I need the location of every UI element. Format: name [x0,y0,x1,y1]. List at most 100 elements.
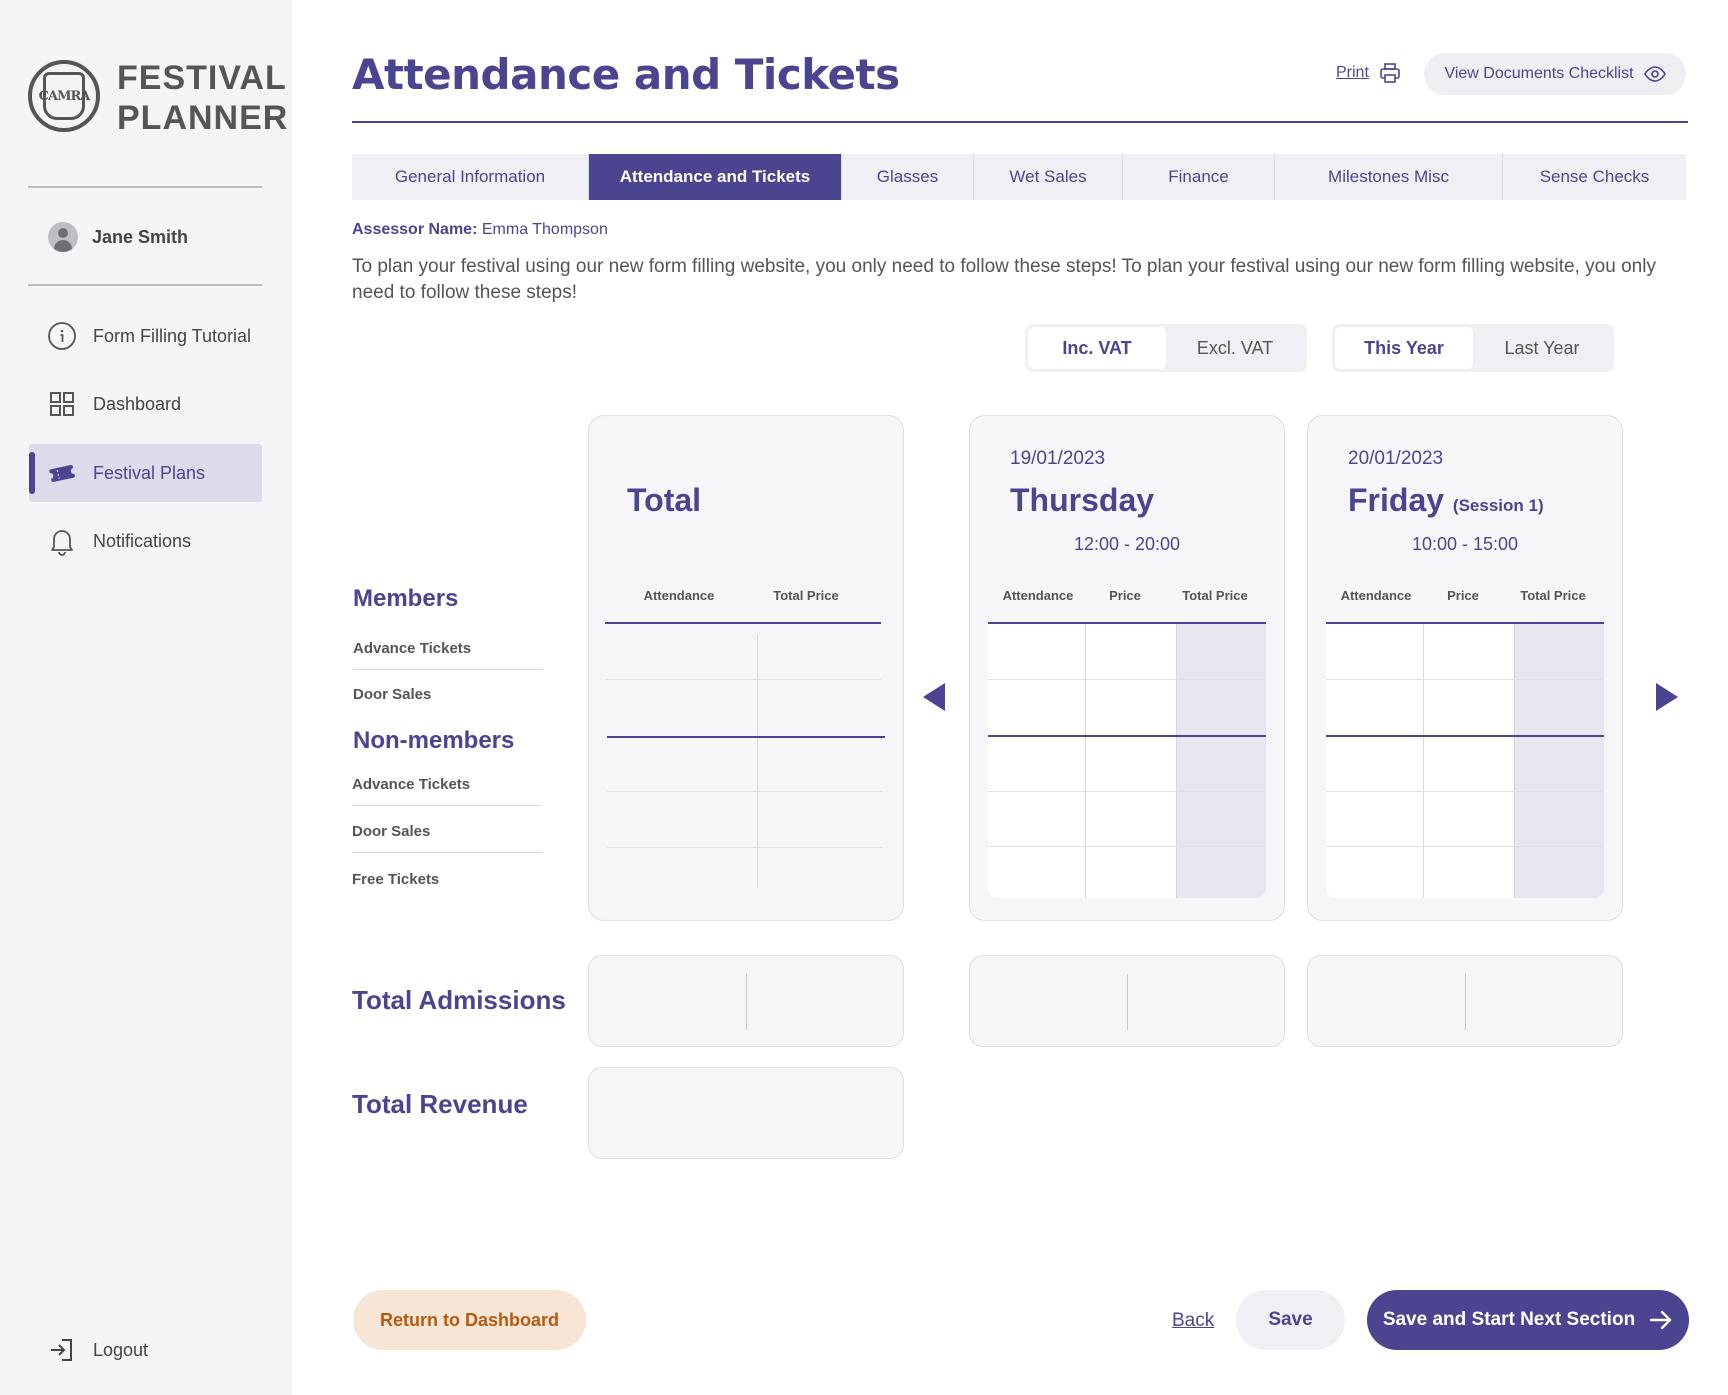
sidebar-item-notifications[interactable]: Notifications [29,512,262,570]
group-divider [988,735,1266,737]
logout-label: Logout [93,1339,149,1360]
logout-icon [47,1335,77,1365]
grid-divider [1127,974,1128,1030]
card-day-name: Friday [1348,482,1445,518]
save-button[interactable]: Save [1236,1290,1345,1350]
user-profile[interactable]: Jane Smith [48,222,188,252]
eye-icon [1643,66,1666,82]
total-admissions-friday[interactable] [1307,955,1623,1047]
row-label-nonmembers-advance: Advance Tickets [352,776,542,806]
print-label: Print [1336,64,1369,81]
card-session: (Session 1) [1452,496,1544,515]
back-link[interactable]: Back [1172,1310,1214,1332]
ticket-icon [47,458,77,488]
previous-day-arrow-icon[interactable] [923,683,945,711]
intro-text: To plan your festival using our new form… [352,256,1656,303]
column-header: Price [1109,588,1141,603]
last-year-option[interactable]: Last Year [1473,327,1611,369]
column-header: Price [1447,588,1479,603]
assessor-name: Emma Thompson [481,221,608,238]
tab-milestones-misc[interactable]: Milestones Misc [1275,154,1503,200]
grid-divider [757,634,758,888]
grid-divider [1514,624,1515,898]
page-title: Attendance and Tickets [352,50,900,99]
vat-toggle: Inc. VAT Excl. VAT [1025,324,1307,372]
group-divider [1326,735,1604,737]
card-date: 20/01/2023 [1348,448,1444,469]
total-admissions-thursday[interactable] [969,955,1285,1047]
excl-vat-option[interactable]: Excl. VAT [1166,327,1304,369]
table-row[interactable] [607,791,883,792]
sidebar-item-festival-plans[interactable]: Festival Plans [29,444,262,502]
camra-logo: CAMRA [28,60,100,132]
total-card: Total Attendance Total Price [588,415,904,921]
grid-icon [47,389,77,419]
tab-sense-checks[interactable]: Sense Checks [1503,154,1686,200]
checklist-label: View Documents Checklist [1444,65,1634,82]
tab-general-information[interactable]: General Information [352,154,589,200]
tab-attendance-and-tickets[interactable]: Attendance and Tickets [589,154,842,200]
card-time: 10:00 - 15:00 [1411,534,1519,554]
thursday-grid[interactable] [988,624,1266,898]
total-revenue-box[interactable] [588,1067,904,1159]
printer-icon [1380,63,1400,83]
grid-divider [1176,624,1177,898]
column-header: Total Price [773,588,839,603]
brand-title: FESTIVAL PLANNER [117,58,288,138]
brand-line-2: PLANNER [117,99,289,137]
table-row[interactable] [988,846,1266,847]
row-label-members-door: Door Sales [353,686,432,703]
column-header: Attendance [643,588,715,603]
next-day-arrow-icon[interactable] [1656,683,1678,711]
save-and-next-button[interactable]: Save and Start Next Section [1367,1290,1689,1350]
info-icon [47,321,77,351]
brand-line-1: FESTIVAL [117,59,287,97]
year-toggle: This Year Last Year [1332,324,1614,372]
total-price-column [1176,624,1266,898]
table-row[interactable] [1326,846,1604,847]
sidebar-item-dashboard[interactable]: Dashboard [29,375,262,433]
grid-divider [1465,974,1466,1030]
column-header: Attendance [1340,588,1412,603]
sidebar-divider [28,284,262,286]
table-row[interactable] [1326,679,1604,680]
thursday-card: 19/01/2023 Thursday 12:00 - 20:00 Attend… [969,415,1285,921]
return-to-dashboard-button[interactable]: Return to Dashboard [353,1290,586,1350]
card-day: Thursday [1010,482,1154,519]
logout-button[interactable]: Logout [29,1325,262,1375]
friday-grid[interactable] [1326,624,1604,898]
user-name: Jane Smith [92,226,189,247]
sidebar-item-tutorial[interactable]: Form Filling Tutorial [29,307,262,365]
this-year-option[interactable]: This Year [1335,327,1473,369]
card-day: Friday (Session 1) [1348,482,1544,519]
card-day-name: Thursday [1010,482,1155,518]
total-card-title: Total [627,482,702,518]
total-admissions-total[interactable] [588,955,904,1047]
column-header: Attendance [1002,588,1074,603]
row-label-members-advance: Advance Tickets [353,640,543,670]
table-row[interactable] [1326,791,1604,792]
tab-wet-sales[interactable]: Wet Sales [974,154,1123,200]
total-price-column [1514,624,1604,898]
members-heading: Members [353,585,459,612]
title-divider [352,121,1688,123]
row-label-nonmembers-door: Door Sales [352,823,542,853]
table-row[interactable] [605,679,881,680]
table-row[interactable] [988,791,1266,792]
print-link[interactable]: Print [1336,62,1401,84]
sidebar: CAMRA FESTIVAL PLANNER Jane Smith Form F… [0,0,292,1395]
avatar [48,222,78,252]
assessor-info: Assessor Name: Emma Thompson [352,221,608,239]
bell-icon [47,526,77,556]
arrow-right-icon [1649,1310,1672,1330]
view-checklist-button[interactable]: View Documents Checklist [1424,53,1686,95]
save-and-next-label: Save and Start Next Section [1382,1309,1636,1330]
table-row[interactable] [988,679,1266,680]
grid-divider [1423,624,1424,898]
tab-glasses[interactable]: Glasses [842,154,974,200]
sidebar-item-label: Notifications [93,530,192,551]
inc-vat-option[interactable]: Inc. VAT [1028,327,1166,369]
table-row[interactable] [607,847,883,848]
tab-finance[interactable]: Finance [1123,154,1275,200]
sidebar-item-label: Dashboard [93,393,182,414]
